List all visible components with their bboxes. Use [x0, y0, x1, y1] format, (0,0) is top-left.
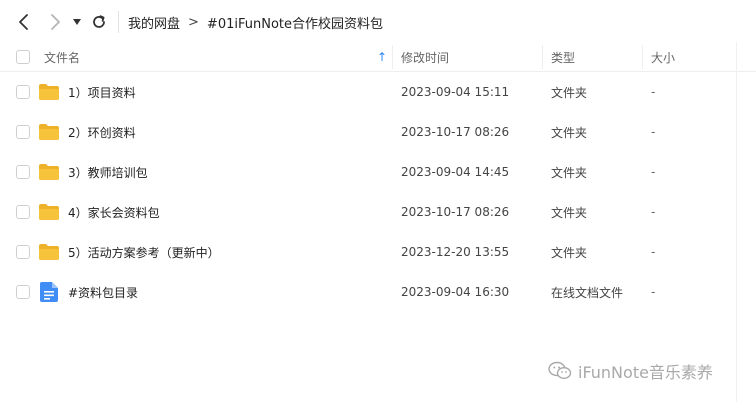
file-size: -: [651, 85, 656, 99]
chevron-right-icon: [51, 14, 60, 30]
checkbox-box: [16, 245, 30, 259]
column-header-size[interactable]: 大小: [651, 42, 675, 72]
row-checkbox[interactable]: [16, 192, 30, 232]
file-browser-window: 我的网盘 > #01iFunNote合作校园资料包 文件名 ↑ 修改时间 类型 …: [0, 0, 756, 402]
row-checkbox[interactable]: [16, 112, 30, 152]
column-header-name[interactable]: 文件名: [44, 42, 80, 72]
row-checkbox[interactable]: [16, 272, 30, 312]
modified-time: 2023-10-17 08:26: [401, 125, 510, 139]
folder-icon: [38, 112, 60, 152]
table-row[interactable]: 3）教师培训包 2023-09-04 14:45 文件夹 -: [0, 152, 756, 192]
file-type: 文件夹: [551, 165, 588, 180]
folder-icon: [38, 72, 60, 112]
modified-time: 2023-09-04 16:30: [401, 285, 510, 299]
file-name[interactable]: 4）家长会资料包: [68, 192, 160, 232]
wechat-icon: [548, 361, 572, 380]
back-button[interactable]: [12, 10, 36, 34]
table-row[interactable]: 2）环创资料 2023-10-17 08:26 文件夹 -: [0, 112, 756, 152]
sort-ascending-icon[interactable]: ↑: [377, 42, 387, 72]
checkbox-box: [16, 50, 30, 64]
panel-border: [736, 42, 737, 402]
column-divider[interactable]: [542, 45, 543, 69]
table-row[interactable]: 4）家长会资料包 2023-10-17 08:26 文件夹 -: [0, 192, 756, 232]
watermark-text: iFunNote音乐素养: [578, 363, 713, 382]
breadcrumb: 我的网盘 > #01iFunNote合作校园资料包: [128, 12, 383, 32]
breadcrumb-separator: >: [188, 14, 199, 30]
checkbox-box: [16, 85, 30, 99]
breadcrumb-item-root[interactable]: 我的网盘: [128, 13, 180, 32]
watermark: iFunNote音乐素养: [548, 359, 713, 383]
file-type: 文件夹: [551, 245, 588, 260]
column-divider[interactable]: [642, 45, 643, 69]
file-type: 文件夹: [551, 85, 588, 100]
online-doc-icon: [40, 272, 58, 312]
modified-time: 2023-12-20 13:55: [401, 245, 510, 259]
file-size: -: [651, 165, 656, 179]
folder-icon: [38, 232, 60, 272]
checkbox-box: [16, 285, 30, 299]
file-size: -: [651, 285, 656, 299]
checkbox-box: [16, 205, 30, 219]
row-checkbox[interactable]: [16, 72, 30, 112]
folder-icon: [38, 152, 60, 192]
table-row[interactable]: 5）活动方案参考（更新中） 2023-12-20 13:55 文件夹 -: [0, 232, 756, 272]
file-size: -: [651, 205, 656, 219]
file-type: 文件夹: [551, 205, 588, 220]
select-all-checkbox[interactable]: [16, 50, 30, 64]
file-size: -: [651, 245, 656, 259]
file-type: 在线文档文件: [551, 285, 624, 300]
table-header: 文件名 ↑ 修改时间 类型 大小: [0, 42, 756, 72]
chevron-left-icon: [19, 14, 28, 30]
row-checkbox[interactable]: [16, 232, 30, 272]
checkbox-box: [16, 125, 30, 139]
file-name[interactable]: 5）活动方案参考（更新中）: [68, 232, 220, 272]
modified-time: 2023-09-04 15:11: [401, 85, 510, 99]
breadcrumb-item-current[interactable]: #01iFunNote合作校园资料包: [207, 13, 383, 32]
caret-down-icon: [73, 19, 81, 25]
row-checkbox[interactable]: [16, 152, 30, 192]
file-size: -: [651, 125, 656, 139]
toolbar-divider: [118, 11, 119, 33]
column-divider[interactable]: [392, 45, 393, 69]
file-type: 文件夹: [551, 125, 588, 140]
checkbox-box: [16, 165, 30, 179]
file-name[interactable]: 1）项目资料: [68, 72, 136, 112]
table-row[interactable]: #资料包目录 2023-09-04 16:30 在线文档文件 -: [0, 272, 756, 312]
forward-button[interactable]: [43, 10, 67, 34]
folder-icon: [38, 192, 60, 232]
navigation-bar: 我的网盘 > #01iFunNote合作校园资料包: [0, 0, 756, 44]
file-name[interactable]: 2）环创资料: [68, 112, 136, 152]
column-header-type[interactable]: 类型: [551, 42, 575, 72]
file-name[interactable]: #资料包目录: [68, 272, 138, 312]
file-name[interactable]: 3）教师培训包: [68, 152, 148, 192]
modified-time: 2023-10-17 08:26: [401, 205, 510, 219]
refresh-icon: [93, 15, 105, 28]
table-row[interactable]: 1）项目资料 2023-09-04 15:11 文件夹 -: [0, 72, 756, 112]
history-dropdown-button[interactable]: [67, 10, 87, 34]
column-header-modified[interactable]: 修改时间: [401, 42, 449, 72]
refresh-button[interactable]: [87, 10, 111, 34]
modified-time: 2023-09-04 14:45: [401, 165, 510, 179]
